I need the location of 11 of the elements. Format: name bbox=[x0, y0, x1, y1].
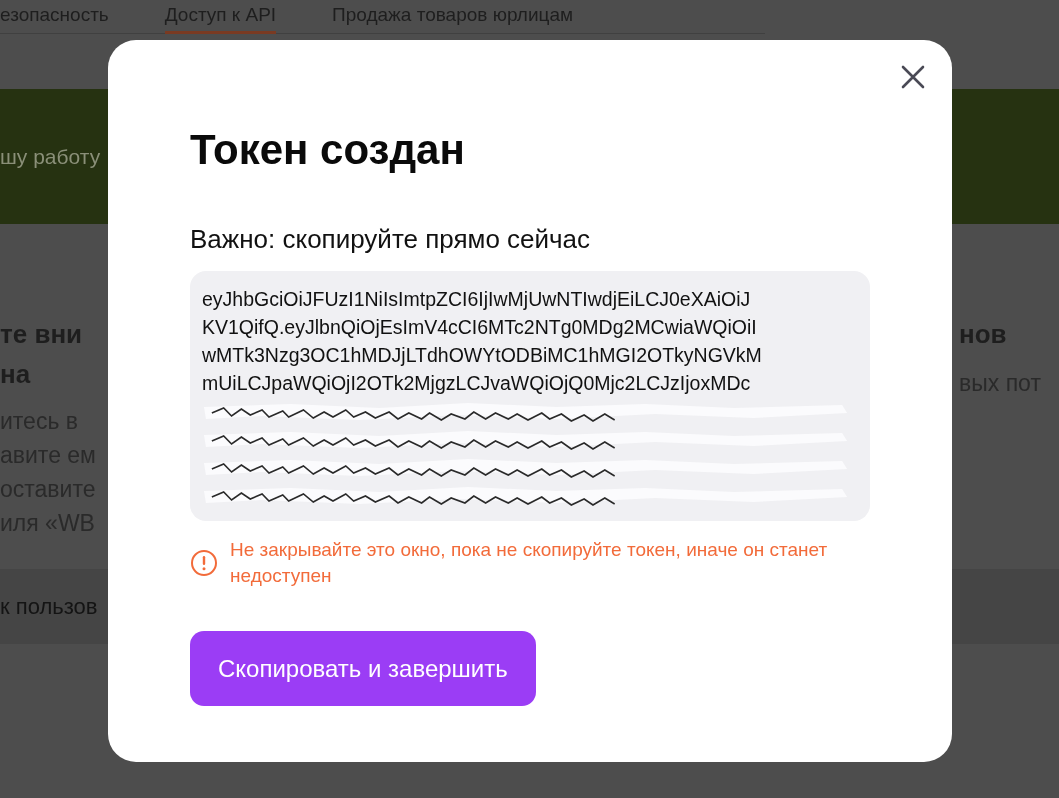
warning-text: Не закрывайте это окно, пока не скопируйте токен, иначе он станет недоступен bbox=[230, 538, 829, 588]
token-text: KV1QifQ.eyJlbnQiOjEsImV4cCI6MTc2NTg0MDg2MCwiaWQiOiI bbox=[202, 315, 758, 340]
copy-button[interactable]: Скопировать и завершить bbox=[190, 631, 536, 706]
close-icon[interactable] bbox=[900, 64, 926, 90]
dialog-subtitle: Важно: скопируйте прямо сейчас bbox=[190, 224, 592, 255]
warning-icon bbox=[190, 549, 218, 577]
token-text: mUiLCJpaWQiOjI2OTk2MjgzLCJvaWQiOjQ0Mjc2LCJzIjoxMDc bbox=[202, 371, 752, 396]
token-text: eyJhbGciOiJFUzI1NiIsImtpZCI6IjIwMjUwNTIwdjEiLCJ0eXAiOiJ bbox=[202, 287, 752, 312]
dialog-title: Токен создан bbox=[190, 125, 466, 175]
banner-text: шу работу bbox=[0, 144, 101, 169]
token-text: wMTk3Nzg3OC1hMDJjLTdhOWYtODBiMC1hMGI2OTkyNGVkM bbox=[202, 343, 763, 368]
